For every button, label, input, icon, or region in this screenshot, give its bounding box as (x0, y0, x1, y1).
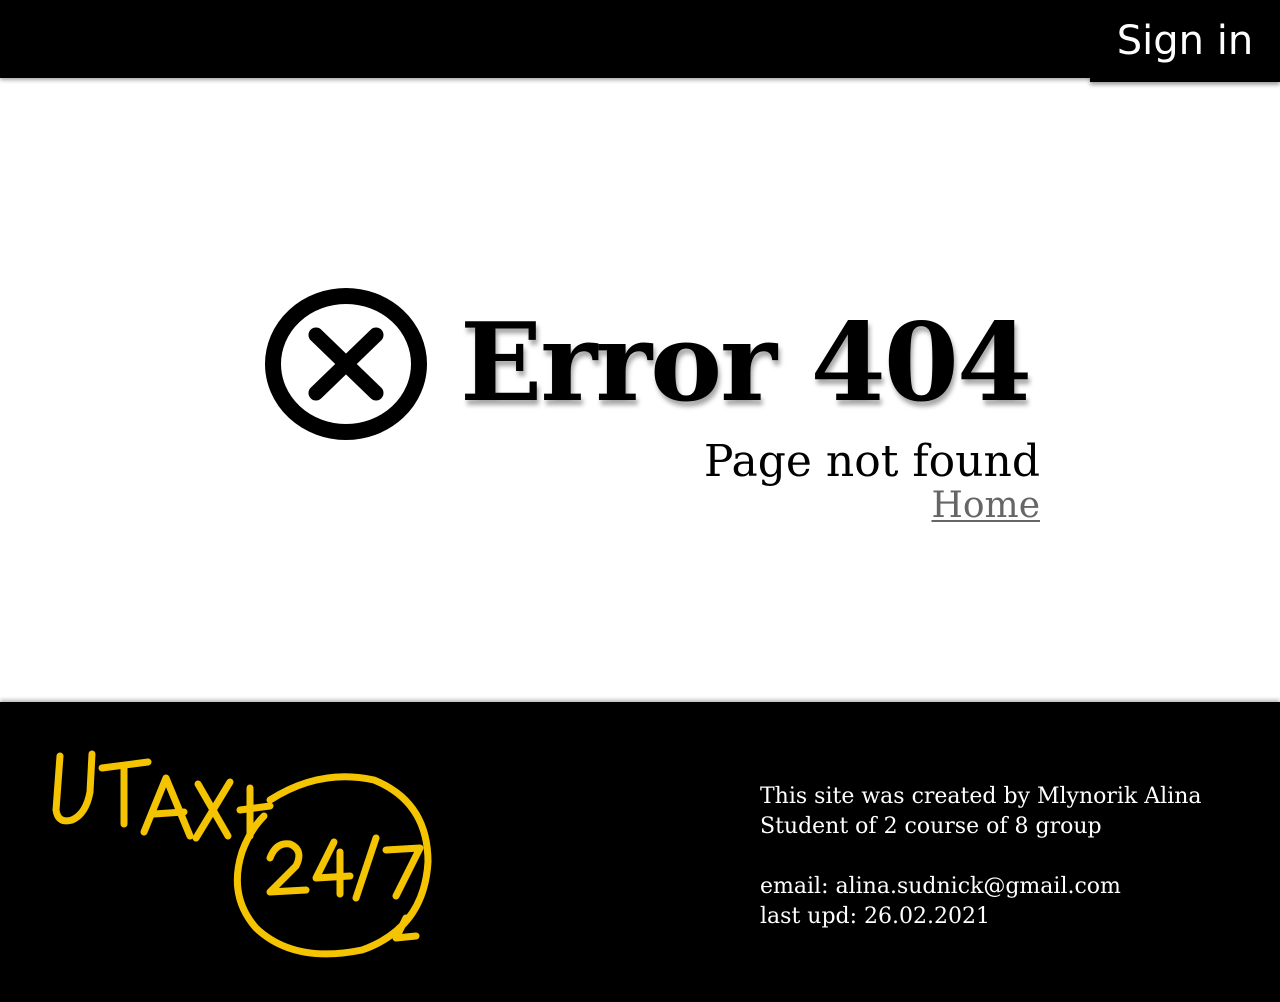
error-title: Error 404 (460, 300, 1032, 426)
utaxi-logo (52, 750, 432, 958)
student-line: Student of 2 course of 8 group (760, 814, 1102, 839)
credit-line: This site was created by Mlynorik Alina (760, 784, 1202, 809)
error-subtitle: Page not found (703, 436, 1040, 487)
sign-in-button[interactable]: Sign in (1090, 0, 1280, 82)
home-link[interactable]: Home (931, 484, 1040, 528)
updated-line: last upd: 26.02.2021 (760, 904, 990, 929)
footer-credits: This site was created by Mlynorik Alina … (760, 782, 1202, 932)
circle-x-icon (265, 288, 427, 440)
email-line: email: alina.sudnick@gmail.com (760, 874, 1121, 899)
site-header: Sign in (0, 0, 1280, 82)
site-footer: This site was created by Mlynorik Alina … (0, 702, 1280, 1002)
